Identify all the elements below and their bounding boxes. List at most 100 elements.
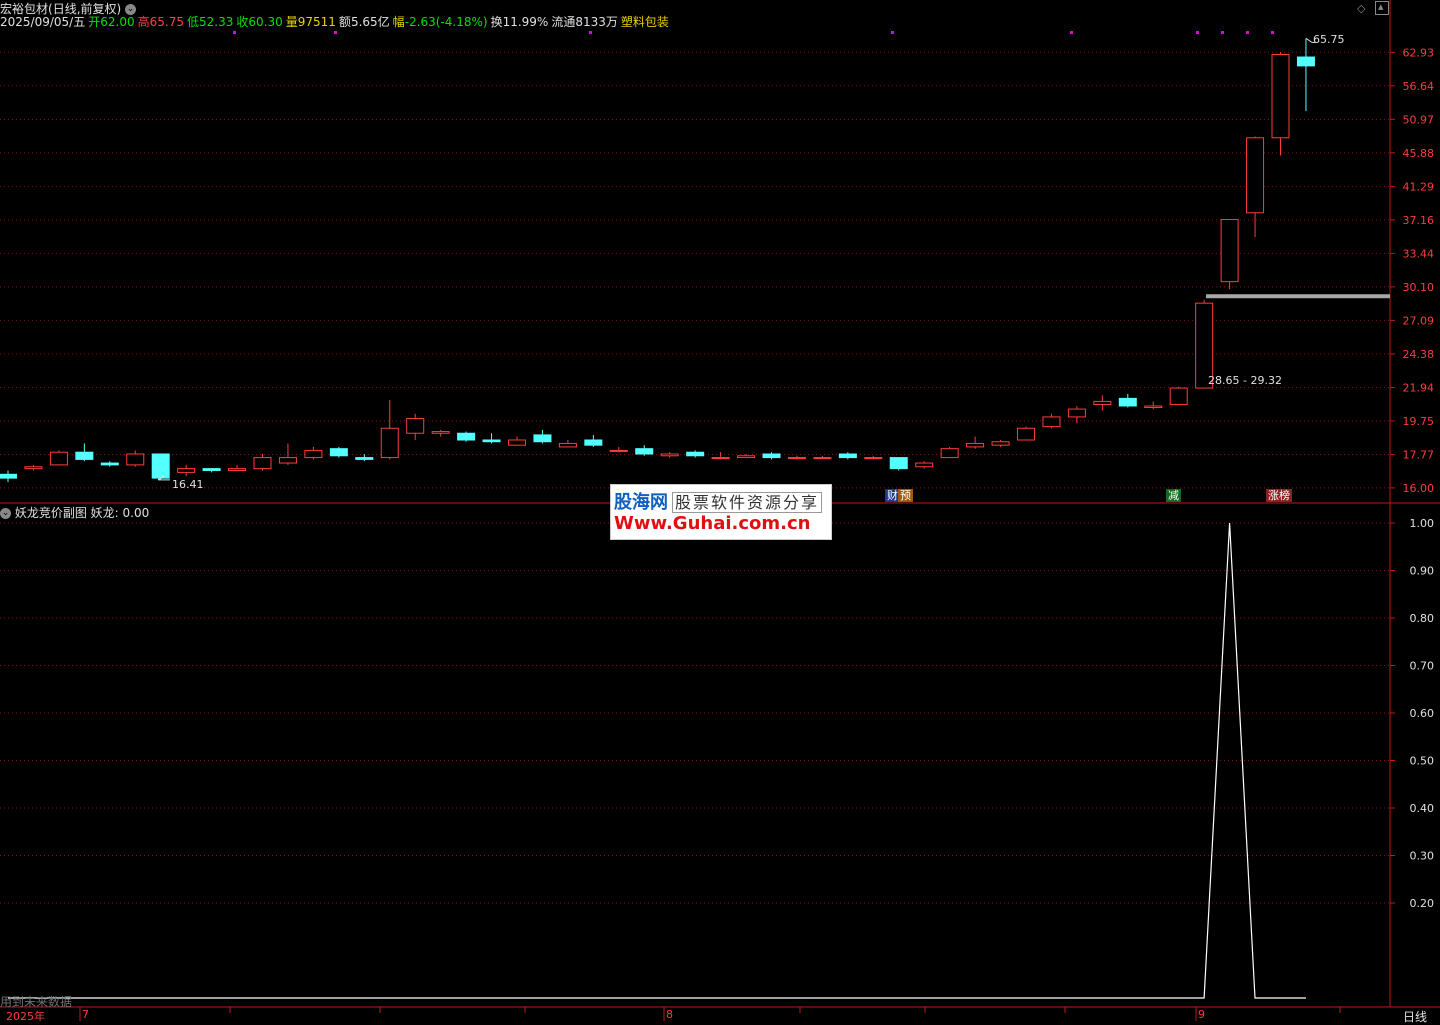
candle-body	[1144, 405, 1163, 409]
candle-body	[177, 468, 196, 473]
change-label: 幅	[392, 15, 405, 29]
candle	[431, 429, 450, 437]
sub-panel-header: ⌄ 妖龙竞价副图 妖龙: 0.00	[0, 504, 149, 521]
candle-body	[126, 453, 145, 466]
sub-panel-title[interactable]: 妖龙竞价副图	[15, 506, 87, 520]
candle	[813, 455, 832, 460]
y-tick-label: 33.44	[1403, 247, 1435, 260]
candle-body	[584, 439, 603, 446]
candle	[406, 413, 425, 441]
low-marker: 16.41	[172, 478, 204, 491]
float-label: 流通	[551, 15, 576, 29]
y-tick-label: 0.40	[1410, 802, 1435, 815]
event-tag-yu[interactable]: 预	[898, 489, 913, 502]
candle	[558, 440, 577, 448]
candle	[482, 433, 501, 444]
candle-body	[889, 457, 908, 470]
candle-body	[228, 468, 247, 471]
signal-dot	[1196, 31, 1199, 34]
candle-body	[1296, 56, 1315, 67]
candle	[711, 452, 730, 460]
candle-body	[380, 427, 399, 459]
candle-body	[355, 457, 374, 460]
candle	[126, 450, 145, 467]
signal-dot	[1221, 31, 1224, 34]
event-tag-jian[interactable]: 减	[1166, 489, 1181, 502]
y-tick-label: 41.29	[1403, 180, 1435, 193]
candle	[787, 455, 806, 460]
candle	[838, 452, 857, 460]
candle-body	[0, 473, 17, 479]
triangle-up-icon: ▴	[1378, 0, 1384, 13]
diamond-nav-icon[interactable]: ◇	[1357, 2, 1365, 15]
watermark-brand: 股海网	[614, 492, 668, 513]
candle-body	[711, 457, 730, 460]
candle-body	[49, 451, 68, 466]
candle-body	[24, 466, 43, 470]
candle	[1042, 413, 1061, 429]
candle	[151, 453, 170, 481]
candle-body	[686, 451, 705, 457]
high-value: 65.75	[149, 15, 184, 29]
close-value: 60.30	[248, 15, 283, 29]
candle	[864, 455, 883, 460]
signal-dot	[891, 31, 894, 34]
watermark-logo: 股海网 股票软件资源分享 Www.Guhai.com.cn	[610, 484, 832, 540]
y-tick-label: 21.94	[1403, 381, 1435, 394]
sub-y-axis: 1.00 0.90 0.80 0.70 0.60 0.50 0.40 0.30 0.20	[1390, 517, 1434, 910]
signal-dot	[1246, 31, 1249, 34]
close-label: 收	[236, 15, 249, 29]
y-tick-label: 0.90	[1410, 565, 1435, 578]
y-tick-label: 0.50	[1410, 755, 1435, 768]
volume-label: 量	[285, 15, 298, 29]
y-tick-label: 0.30	[1410, 850, 1435, 863]
candle-body	[482, 439, 501, 443]
candle-body	[1017, 427, 1035, 441]
y-tick-label: 0.80	[1410, 612, 1435, 625]
y-tick-label: 0.60	[1410, 707, 1435, 720]
sector-link[interactable]: 塑料包装	[621, 15, 669, 29]
event-tag-zhangbang[interactable]: 涨榜	[1266, 489, 1292, 502]
period-selector[interactable]: 日线	[1403, 1008, 1427, 1025]
candle	[1296, 38, 1315, 111]
candle	[508, 436, 526, 446]
candle	[660, 452, 679, 458]
candle-body	[75, 451, 94, 460]
candle	[609, 446, 628, 453]
candle	[762, 452, 781, 460]
turnover-value: 11.99%	[502, 15, 549, 29]
y-tick-label: 16.00	[1403, 482, 1435, 495]
low-value: 52.33	[198, 15, 234, 29]
candle-body	[151, 453, 170, 479]
candle	[1093, 395, 1112, 411]
candle-body	[508, 439, 526, 446]
sub-gridlines	[0, 522, 1390, 904]
candle	[1271, 52, 1290, 156]
y-tick-label: 45.88	[1403, 147, 1435, 160]
range-label: 28.65 - 29.32	[1208, 374, 1282, 387]
candle	[457, 431, 476, 442]
candle-body	[864, 457, 883, 460]
volume-value: 97511	[297, 15, 336, 29]
y-tick-label: 27.09	[1403, 314, 1435, 327]
x-label-month-8: 8	[666, 1008, 673, 1021]
candle	[1067, 405, 1086, 424]
candle	[915, 461, 934, 469]
x-label-month-9: 9	[1198, 1008, 1205, 1021]
price-range-bar	[157, 37, 1390, 481]
y-tick-label: 30.10	[1403, 281, 1435, 294]
candle	[355, 453, 374, 462]
scroll-up-button[interactable]: ▴	[1375, 0, 1389, 15]
range-bar-rect	[1206, 294, 1390, 299]
candle	[177, 464, 196, 477]
y-tick-label: 19.75	[1403, 415, 1435, 428]
y-tick-label: 17.77	[1403, 449, 1435, 462]
candle-body	[1169, 387, 1188, 405]
candle-body	[406, 418, 425, 434]
candle-body	[762, 453, 781, 459]
candle-body	[660, 453, 679, 457]
candle	[635, 445, 654, 456]
chevron-down-icon[interactable]: ⌄	[0, 508, 11, 519]
candle-body	[737, 455, 756, 459]
candle-body	[329, 448, 348, 457]
